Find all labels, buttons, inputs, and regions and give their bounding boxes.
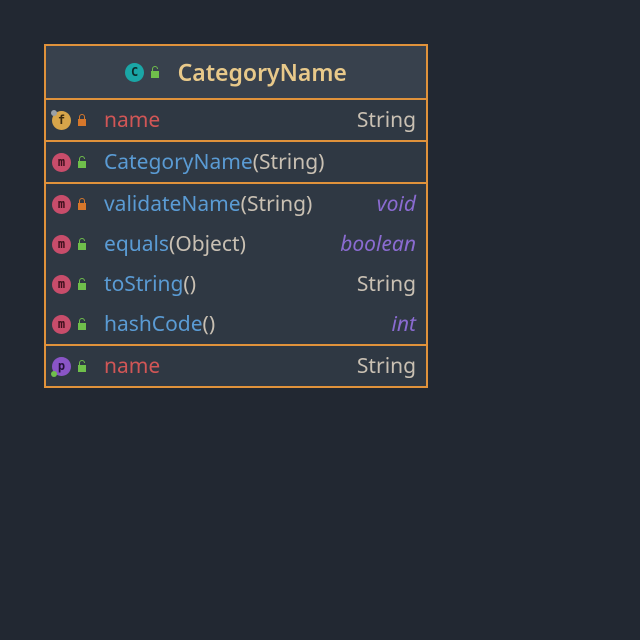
class-diagram: C CategoryName f name xyxy=(44,44,428,388)
class-header: C CategoryName xyxy=(46,46,426,98)
method-icon: m xyxy=(52,275,71,294)
member-type: String xyxy=(357,270,416,298)
member-type: String xyxy=(357,106,416,134)
lock-open-icon xyxy=(75,155,89,169)
member-icons: m xyxy=(52,235,100,254)
lock-open-icon xyxy=(75,317,89,331)
member-signature: hashCode() xyxy=(104,310,387,338)
lock-open-icon xyxy=(75,237,89,251)
member-icons: m xyxy=(52,195,100,214)
property-icon: p xyxy=(52,357,71,376)
member-signature: validateName(String) xyxy=(104,190,373,218)
lock-open-icon xyxy=(75,277,89,291)
method-row: m equals(Object) boolean xyxy=(46,224,426,264)
member-type: void xyxy=(377,190,416,218)
member-icons: m xyxy=(52,275,100,294)
lock-closed-icon xyxy=(75,197,89,211)
lock-open-icon xyxy=(148,65,162,79)
canvas: C CategoryName f name xyxy=(0,0,640,640)
class-icon: C xyxy=(125,63,144,82)
constructors-section: m CategoryName(String) xyxy=(46,140,426,182)
member-type: int xyxy=(391,310,416,338)
method-icon: m xyxy=(52,235,71,254)
member-icons: p xyxy=(52,357,100,376)
method-icon: m xyxy=(52,153,71,172)
method-row: m validateName(String) void xyxy=(46,184,426,224)
lock-closed-icon xyxy=(75,113,89,127)
property-row: p name String xyxy=(46,346,426,386)
member-signature: toString() xyxy=(104,270,353,298)
member-name: name xyxy=(104,106,353,134)
constructor-row: m CategoryName(String) xyxy=(46,142,426,182)
member-signature: equals(Object) xyxy=(104,230,336,258)
method-icon: m xyxy=(52,195,71,214)
method-icon: m xyxy=(52,315,71,334)
member-name: name xyxy=(104,352,353,380)
member-signature: CategoryName(String) xyxy=(104,148,416,176)
field-icon: f xyxy=(52,111,71,130)
class-title: CategoryName xyxy=(178,56,347,88)
class-header-icons: C xyxy=(125,63,162,82)
member-icons: m xyxy=(52,153,100,172)
member-type: String xyxy=(357,352,416,380)
static-dot-icon xyxy=(51,110,57,116)
readwrite-dot-icon xyxy=(51,371,57,377)
member-icons: m xyxy=(52,315,100,334)
properties-section: p name String xyxy=(46,344,426,386)
methods-section: m validateName(String) void m xyxy=(46,182,426,344)
field-row: f name String xyxy=(46,100,426,140)
member-icons: f xyxy=(52,111,100,130)
lock-open-icon xyxy=(75,359,89,373)
method-row: m hashCode() int xyxy=(46,304,426,344)
fields-section: f name String xyxy=(46,98,426,140)
method-row: m toString() String xyxy=(46,264,426,304)
member-type: boolean xyxy=(340,230,416,258)
